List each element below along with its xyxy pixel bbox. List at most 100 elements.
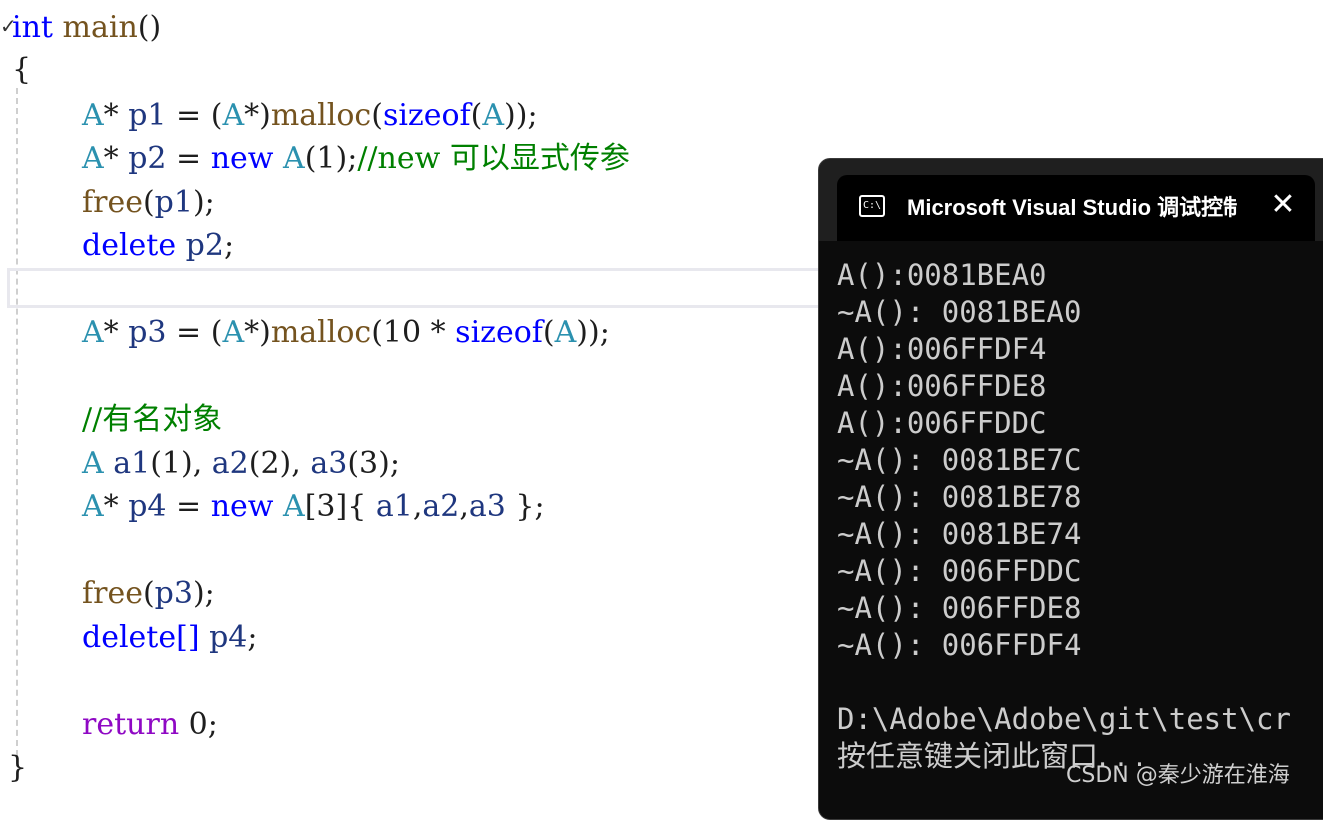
type: A [82,446,104,481]
close-brace: } [8,748,27,788]
punct: (1), [150,446,212,481]
punct: = ( [166,315,223,350]
keyword: delete [82,228,177,263]
punct: )); [576,315,610,350]
punct: [3]{ [304,489,376,524]
type: A [554,315,577,350]
brace: { [12,52,32,87]
keyword: int [12,10,53,45]
debug-console-window[interactable]: C:\ Microsoft Visual Studio 调试控制台 ✕ A():… [818,158,1323,820]
code-line[interactable]: A* p1 = (A*)malloc(sizeof(A)); [82,96,538,136]
punct: , [412,489,423,524]
punct: = [166,141,211,176]
punct: )); [504,98,538,133]
punct: ( [371,98,383,133]
code-line[interactable]: return 0; [82,705,218,745]
console-output[interactable]: A():0081BEA0 ~A(): 0081BEA0 A():006FFDF4… [819,241,1323,819]
watermark: CSDN @秦少游在淮海 [1066,763,1290,788]
output-line: ~A(): 006FFDF4 [837,628,1082,662]
code-line[interactable]: //有名对象 [82,400,222,440]
code-line[interactable]: delete p2; [82,226,234,266]
punct: (10 * [371,315,456,350]
variable: a3 [468,489,506,524]
punct: = [166,489,211,524]
code-line-signature[interactable]: int main() [12,8,161,48]
output-line: ~A(): 0081BE7C [837,443,1082,477]
parens: () [137,10,162,45]
type: A [82,98,104,133]
close-icon: ✕ [1270,187,1296,222]
comment: //new 可以显式传参 [357,141,630,176]
variable: a1 [113,446,151,481]
operator: * [103,98,119,133]
punct: ( [142,185,155,220]
punct: ; [223,228,235,263]
console-title: Microsoft Visual Studio 调试控制台 [907,195,1237,220]
type: A [82,141,104,176]
punct: *) [244,315,271,350]
function-name: malloc [270,98,372,133]
brace: } [8,750,28,785]
variable: p1 [154,185,193,220]
code-line[interactable]: free(p3); [82,574,215,614]
variable: a3 [310,446,348,481]
variable: p4 [209,620,248,655]
type: A [222,98,245,133]
keyword: sizeof [455,315,543,350]
output-line: A():006FFDF4 [837,332,1047,366]
indent-guide [16,88,18,766]
variable: p3 [128,315,167,350]
operator: * [103,141,119,176]
punct: (2), [248,446,311,481]
punct: ; [247,620,258,655]
type: A [283,489,305,524]
output-line: A():006FFDE8 [837,369,1047,403]
code-line[interactable]: A* p3 = (A*)malloc(10 * sizeof(A)); [82,313,610,353]
output-line: ~A(): 0081BE74 [837,517,1082,551]
output-line: ~A(): 006FFDE8 [837,591,1082,625]
output-line: ~A(): 0081BE78 [837,480,1082,514]
variable: a2 [211,446,249,481]
code-line[interactable]: A* p2 = new A(1);//new 可以显式传参 [82,139,630,179]
variable: a2 [422,489,460,524]
variable: p2 [185,228,224,263]
variable: p2 [128,141,167,176]
type: A [283,141,305,176]
open-brace: { [12,50,31,90]
variable: p1 [128,98,167,133]
punct: ); [192,185,215,220]
close-button[interactable]: ✕ [1265,187,1301,223]
code-line[interactable]: free(p1); [82,183,215,223]
return-value: 0; [179,707,218,742]
code-line[interactable]: A* p4 = new A[3]{ a1,a2,a3 }; [82,487,545,527]
variable: a1 [375,489,413,524]
function-name: malloc [270,315,372,350]
comment: //有名对象 [82,402,223,437]
keyword: sizeof [382,98,471,133]
type: A [222,315,245,350]
keyword: delete[] [82,620,200,655]
punct: ); [192,576,215,611]
punct: ( [142,576,155,611]
output-line: ~A(): 0081BEA0 [837,295,1082,329]
punct: , [459,489,469,524]
code-line[interactable]: delete[] p4; [82,618,257,658]
punct: (1); [304,141,358,176]
terminal-icon: C:\ [859,195,885,217]
variable: p4 [128,489,167,524]
function-name: main [62,10,138,45]
current-line-highlight [7,268,837,308]
console-tab[interactable]: C:\ Microsoft Visual Studio 调试控制台 ✕ [837,175,1315,241]
output-line: A():006FFDDC [837,406,1047,440]
function-name: free [82,185,143,220]
punct: = ( [166,98,223,133]
type: A [82,315,104,350]
output-line: A():0081BEA0 [837,258,1047,292]
output-line: D:\Adobe\Adobe\git\test\cr [837,702,1291,736]
keyword: new [210,141,274,176]
type: A [482,98,505,133]
punct: ( [542,315,555,350]
code-line[interactable]: A a1(1), a2(2), a3(3); [82,444,400,484]
type: A [82,489,104,524]
output-line: ~A(): 006FFDDC [837,554,1082,588]
